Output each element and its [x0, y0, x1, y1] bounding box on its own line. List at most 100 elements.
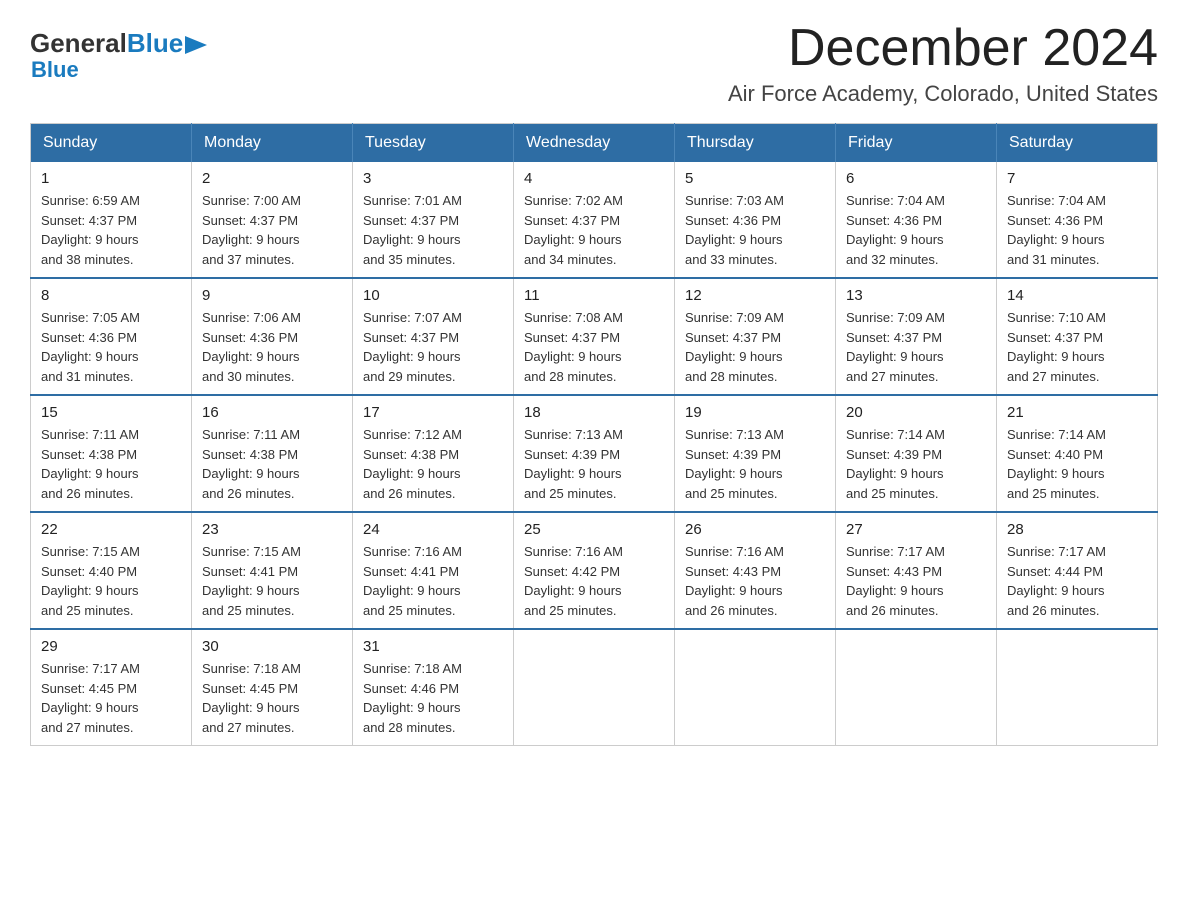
weekday-header-sunday: Sunday — [31, 124, 192, 163]
calendar-cell: 25 Sunrise: 7:16 AM Sunset: 4:42 PM Dayl… — [514, 512, 675, 629]
day-number: 11 — [524, 287, 664, 304]
day-number: 24 — [363, 521, 503, 538]
day-number: 20 — [846, 404, 986, 421]
day-info: Sunrise: 7:16 AM Sunset: 4:43 PM Dayligh… — [685, 542, 825, 620]
calendar-cell: 30 Sunrise: 7:18 AM Sunset: 4:45 PM Dayl… — [192, 629, 353, 746]
day-number: 10 — [363, 287, 503, 304]
calendar-cell: 10 Sunrise: 7:07 AM Sunset: 4:37 PM Dayl… — [353, 278, 514, 395]
calendar-cell — [675, 629, 836, 746]
calendar-cell: 6 Sunrise: 7:04 AM Sunset: 4:36 PM Dayli… — [836, 162, 997, 278]
day-number: 18 — [524, 404, 664, 421]
day-info: Sunrise: 7:17 AM Sunset: 4:43 PM Dayligh… — [846, 542, 986, 620]
day-info: Sunrise: 7:13 AM Sunset: 4:39 PM Dayligh… — [524, 425, 664, 503]
day-info: Sunrise: 7:00 AM Sunset: 4:37 PM Dayligh… — [202, 191, 342, 269]
calendar-week-row: 29 Sunrise: 7:17 AM Sunset: 4:45 PM Dayl… — [31, 629, 1158, 746]
day-number: 7 — [1007, 170, 1147, 187]
day-number: 29 — [41, 638, 181, 655]
day-number: 9 — [202, 287, 342, 304]
calendar-cell: 7 Sunrise: 7:04 AM Sunset: 4:36 PM Dayli… — [997, 162, 1158, 278]
calendar-cell: 23 Sunrise: 7:15 AM Sunset: 4:41 PM Dayl… — [192, 512, 353, 629]
calendar-cell: 24 Sunrise: 7:16 AM Sunset: 4:41 PM Dayl… — [353, 512, 514, 629]
calendar-cell: 9 Sunrise: 7:06 AM Sunset: 4:36 PM Dayli… — [192, 278, 353, 395]
day-info: Sunrise: 7:16 AM Sunset: 4:42 PM Dayligh… — [524, 542, 664, 620]
day-number: 17 — [363, 404, 503, 421]
calendar-cell: 1 Sunrise: 6:59 AM Sunset: 4:37 PM Dayli… — [31, 162, 192, 278]
day-number: 4 — [524, 170, 664, 187]
calendar-cell: 29 Sunrise: 7:17 AM Sunset: 4:45 PM Dayl… — [31, 629, 192, 746]
logo-blue-part: Blue — [127, 28, 207, 59]
calendar-cell: 21 Sunrise: 7:14 AM Sunset: 4:40 PM Dayl… — [997, 395, 1158, 512]
calendar-cell: 19 Sunrise: 7:13 AM Sunset: 4:39 PM Dayl… — [675, 395, 836, 512]
calendar-cell: 22 Sunrise: 7:15 AM Sunset: 4:40 PM Dayl… — [31, 512, 192, 629]
calendar-cell: 26 Sunrise: 7:16 AM Sunset: 4:43 PM Dayl… — [675, 512, 836, 629]
day-info: Sunrise: 7:03 AM Sunset: 4:36 PM Dayligh… — [685, 191, 825, 269]
calendar-cell — [514, 629, 675, 746]
day-number: 1 — [41, 170, 181, 187]
calendar-cell: 17 Sunrise: 7:12 AM Sunset: 4:38 PM Dayl… — [353, 395, 514, 512]
logo-general-text: General — [30, 28, 127, 59]
calendar-header-row: SundayMondayTuesdayWednesdayThursdayFrid… — [31, 124, 1158, 163]
calendar-cell: 28 Sunrise: 7:17 AM Sunset: 4:44 PM Dayl… — [997, 512, 1158, 629]
day-info: Sunrise: 7:13 AM Sunset: 4:39 PM Dayligh… — [685, 425, 825, 503]
day-number: 22 — [41, 521, 181, 538]
day-number: 15 — [41, 404, 181, 421]
day-info: Sunrise: 6:59 AM Sunset: 4:37 PM Dayligh… — [41, 191, 181, 269]
location-subtitle: Air Force Academy, Colorado, United Stat… — [728, 81, 1158, 107]
day-info: Sunrise: 7:09 AM Sunset: 4:37 PM Dayligh… — [846, 308, 986, 386]
day-info: Sunrise: 7:10 AM Sunset: 4:37 PM Dayligh… — [1007, 308, 1147, 386]
day-number: 8 — [41, 287, 181, 304]
day-number: 31 — [363, 638, 503, 655]
day-info: Sunrise: 7:17 AM Sunset: 4:44 PM Dayligh… — [1007, 542, 1147, 620]
day-info: Sunrise: 7:16 AM Sunset: 4:41 PM Dayligh… — [363, 542, 503, 620]
day-number: 5 — [685, 170, 825, 187]
day-info: Sunrise: 7:02 AM Sunset: 4:37 PM Dayligh… — [524, 191, 664, 269]
day-info: Sunrise: 7:12 AM Sunset: 4:38 PM Dayligh… — [363, 425, 503, 503]
weekday-header-monday: Monday — [192, 124, 353, 163]
day-info: Sunrise: 7:07 AM Sunset: 4:37 PM Dayligh… — [363, 308, 503, 386]
logo-blue-text: Blue — [127, 28, 183, 59]
day-number: 16 — [202, 404, 342, 421]
logo-arrow-icon — [185, 36, 207, 54]
calendar-cell: 3 Sunrise: 7:01 AM Sunset: 4:37 PM Dayli… — [353, 162, 514, 278]
calendar-cell: 18 Sunrise: 7:13 AM Sunset: 4:39 PM Dayl… — [514, 395, 675, 512]
day-number: 2 — [202, 170, 342, 187]
logo-blue-label: Blue — [31, 57, 79, 82]
calendar-cell — [836, 629, 997, 746]
day-number: 6 — [846, 170, 986, 187]
calendar-cell: 14 Sunrise: 7:10 AM Sunset: 4:37 PM Dayl… — [997, 278, 1158, 395]
calendar-cell: 15 Sunrise: 7:11 AM Sunset: 4:38 PM Dayl… — [31, 395, 192, 512]
logo: General Blue Blue — [30, 28, 207, 83]
day-number: 12 — [685, 287, 825, 304]
calendar-cell: 13 Sunrise: 7:09 AM Sunset: 4:37 PM Dayl… — [836, 278, 997, 395]
day-info: Sunrise: 7:05 AM Sunset: 4:36 PM Dayligh… — [41, 308, 181, 386]
calendar-cell: 4 Sunrise: 7:02 AM Sunset: 4:37 PM Dayli… — [514, 162, 675, 278]
weekday-header-saturday: Saturday — [997, 124, 1158, 163]
day-info: Sunrise: 7:14 AM Sunset: 4:40 PM Dayligh… — [1007, 425, 1147, 503]
calendar-week-row: 1 Sunrise: 6:59 AM Sunset: 4:37 PM Dayli… — [31, 162, 1158, 278]
day-number: 19 — [685, 404, 825, 421]
day-info: Sunrise: 7:11 AM Sunset: 4:38 PM Dayligh… — [41, 425, 181, 503]
calendar-cell — [997, 629, 1158, 746]
day-info: Sunrise: 7:14 AM Sunset: 4:39 PM Dayligh… — [846, 425, 986, 503]
calendar-cell: 20 Sunrise: 7:14 AM Sunset: 4:39 PM Dayl… — [836, 395, 997, 512]
calendar-cell: 27 Sunrise: 7:17 AM Sunset: 4:43 PM Dayl… — [836, 512, 997, 629]
day-info: Sunrise: 7:15 AM Sunset: 4:40 PM Dayligh… — [41, 542, 181, 620]
calendar-cell: 31 Sunrise: 7:18 AM Sunset: 4:46 PM Dayl… — [353, 629, 514, 746]
day-info: Sunrise: 7:18 AM Sunset: 4:46 PM Dayligh… — [363, 659, 503, 737]
calendar-cell: 8 Sunrise: 7:05 AM Sunset: 4:36 PM Dayli… — [31, 278, 192, 395]
calendar-week-row: 15 Sunrise: 7:11 AM Sunset: 4:38 PM Dayl… — [31, 395, 1158, 512]
weekday-header-tuesday: Tuesday — [353, 124, 514, 163]
calendar-week-row: 22 Sunrise: 7:15 AM Sunset: 4:40 PM Dayl… — [31, 512, 1158, 629]
day-number: 27 — [846, 521, 986, 538]
day-info: Sunrise: 7:17 AM Sunset: 4:45 PM Dayligh… — [41, 659, 181, 737]
day-info: Sunrise: 7:01 AM Sunset: 4:37 PM Dayligh… — [363, 191, 503, 269]
calendar-cell: 16 Sunrise: 7:11 AM Sunset: 4:38 PM Dayl… — [192, 395, 353, 512]
month-title: December 2024 — [728, 20, 1158, 77]
day-number: 26 — [685, 521, 825, 538]
day-info: Sunrise: 7:15 AM Sunset: 4:41 PM Dayligh… — [202, 542, 342, 620]
day-number: 21 — [1007, 404, 1147, 421]
day-info: Sunrise: 7:09 AM Sunset: 4:37 PM Dayligh… — [685, 308, 825, 386]
calendar-table: SundayMondayTuesdayWednesdayThursdayFrid… — [30, 123, 1158, 746]
weekday-header-friday: Friday — [836, 124, 997, 163]
day-info: Sunrise: 7:04 AM Sunset: 4:36 PM Dayligh… — [1007, 191, 1147, 269]
